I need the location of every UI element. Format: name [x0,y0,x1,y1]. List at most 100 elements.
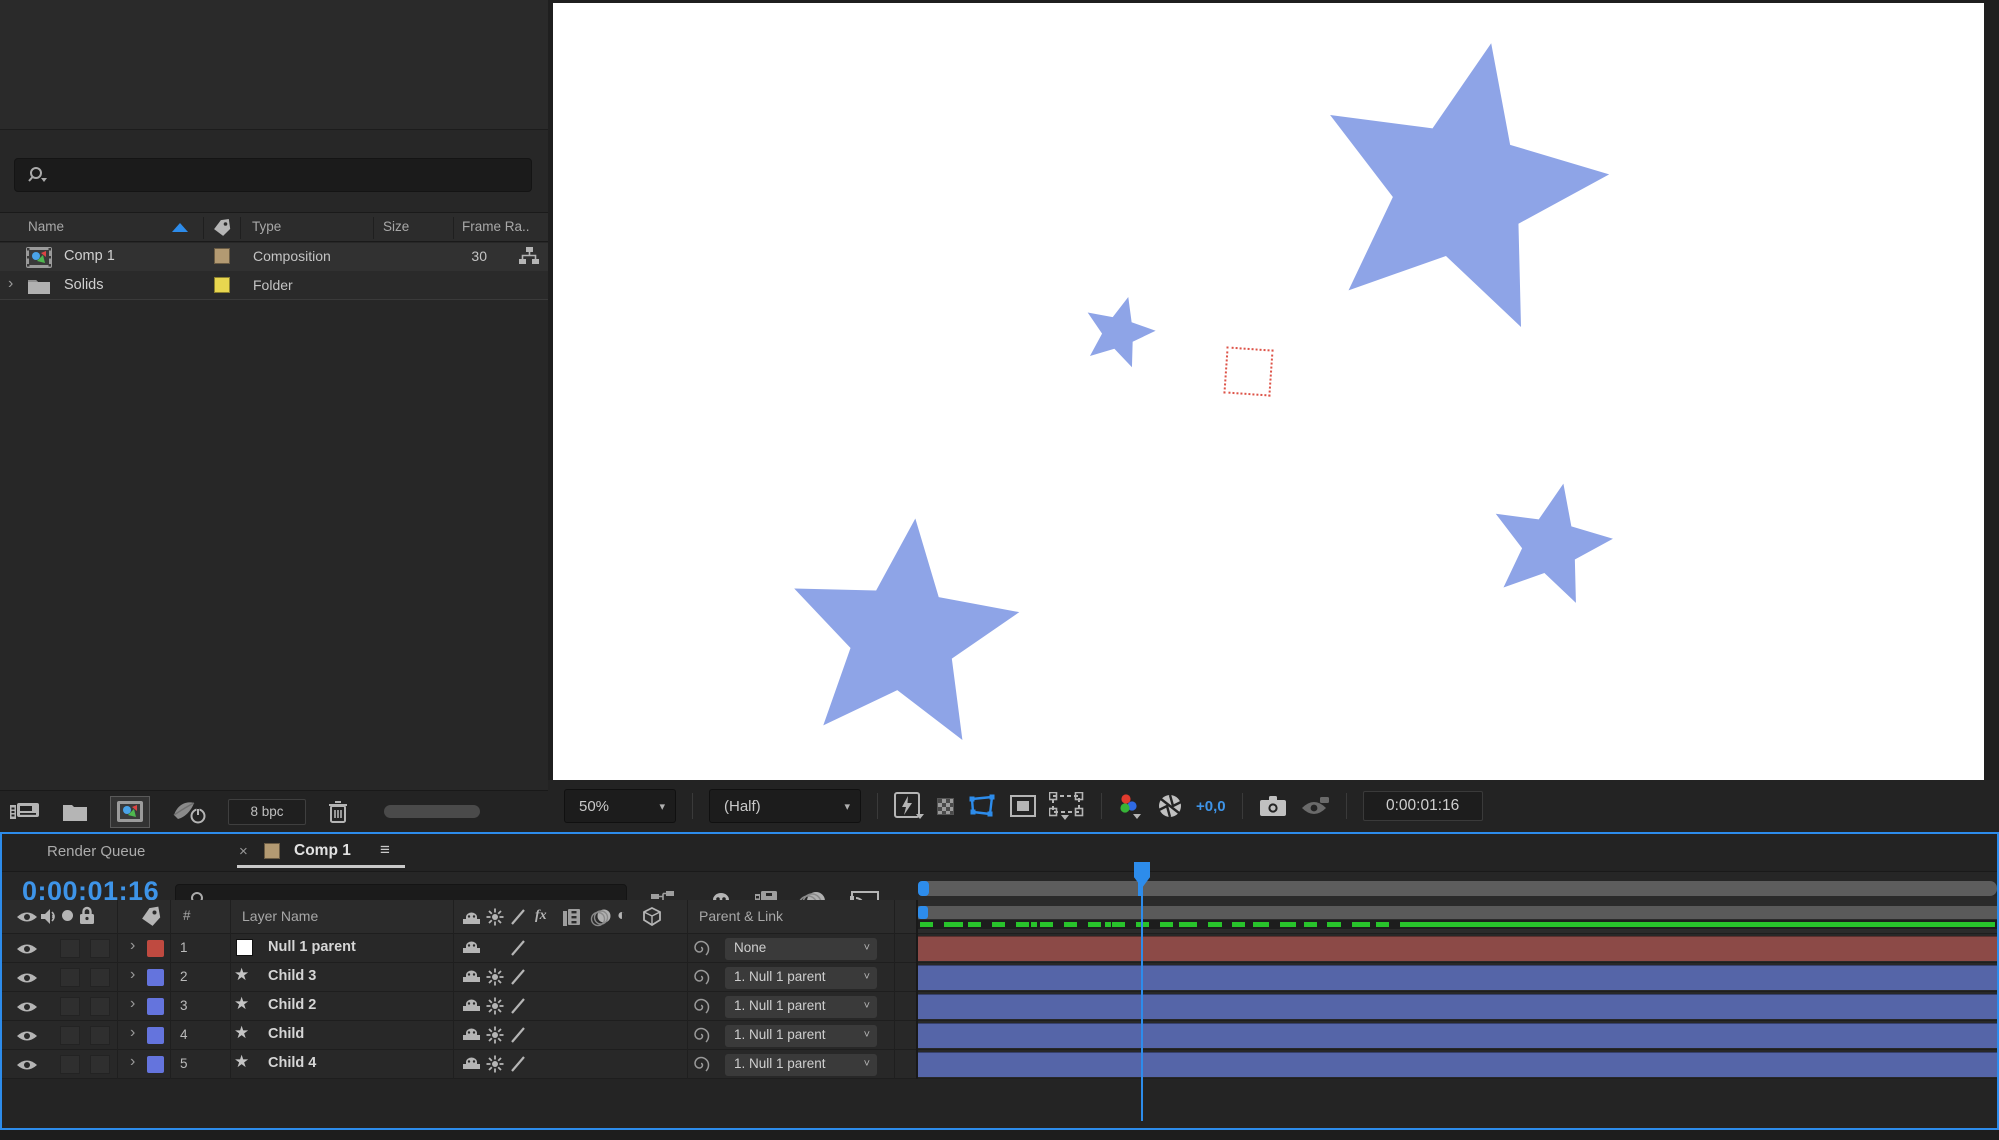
shy-switch-icon[interactable] [462,910,481,925]
lock-cell[interactable] [90,939,110,958]
parent-dropdown[interactable]: 1. Null 1 parent˅ [725,996,877,1018]
transparency-grid-icon[interactable] [937,798,954,815]
parent-dropdown[interactable]: 1. Null 1 parent˅ [725,1025,877,1047]
project-item-solids[interactable]: › Solids Folder [0,271,548,300]
solo-cell[interactable] [60,1026,80,1045]
expand-chevron-icon[interactable]: › [130,937,135,955]
interpret-footage-icon[interactable] [10,801,40,823]
star-shape-layer[interactable] [1481,476,1620,620]
layer-row-child-2[interactable]: ›3★Child 21. Null 1 parent˅ [2,992,1997,1021]
quality-switch[interactable] [510,939,526,957]
resolution-dropdown[interactable]: (Half)▾ [709,789,861,823]
eye-icon[interactable] [16,970,38,986]
shy-switch[interactable] [462,968,481,983]
parent-dropdown[interactable]: None˅ [725,938,877,960]
quality-switch[interactable] [510,1055,526,1073]
column-name[interactable]: Name [28,219,64,234]
pickwhip-icon[interactable] [692,940,710,958]
mask-visibility-icon[interactable] [967,794,997,818]
label-swatch[interactable] [214,277,230,293]
quality-switch[interactable] [510,1026,526,1044]
layer-label-chip[interactable] [147,940,164,957]
show-snapshot-icon[interactable] [1300,795,1330,817]
parent-dropdown[interactable]: 1. Null 1 parent˅ [725,1054,877,1076]
collapse-switch[interactable] [486,1055,504,1073]
solo-cell[interactable] [60,968,80,987]
star-shape-layer[interactable] [1078,292,1159,378]
layer-duration-bar[interactable] [918,1052,1997,1077]
solo-cell[interactable] [60,939,80,958]
label-column-icon[interactable] [212,218,232,237]
adjustment-layer-switch-icon[interactable]: ◐ [617,907,627,925]
layer-row-null-1-parent[interactable]: ›1Null 1 parentNone˅ [2,934,1997,963]
project-item-comp1[interactable]: Comp 1 Composition 30 [0,243,548,271]
lock-cell[interactable] [90,997,110,1016]
pickwhip-icon[interactable] [692,1027,710,1045]
shy-switch[interactable] [462,1026,481,1041]
null-object-selection-outline[interactable] [1223,346,1273,396]
new-composition-button[interactable] [110,796,150,828]
layer-label-chip[interactable] [147,969,164,986]
shy-switch[interactable] [462,939,481,954]
layer-name[interactable]: Child [268,1026,304,1042]
expand-chevron-icon[interactable]: › [130,995,135,1013]
layer-label-chip[interactable] [147,1027,164,1044]
magnification-dropdown[interactable]: 50%▾ [564,789,676,823]
column-size[interactable]: Size [383,219,409,234]
quality-switch-icon[interactable] [510,908,526,926]
trash-icon[interactable] [328,800,348,824]
lock-column-icon[interactable] [79,906,95,925]
sort-ascending-icon[interactable] [172,223,188,232]
layer-row-child-4[interactable]: ›5★Child 41. Null 1 parent˅ [2,1050,1997,1079]
work-area-bar[interactable] [918,906,1997,919]
item-name[interactable]: Solids [64,277,104,293]
eye-icon[interactable] [16,999,38,1015]
solo-cell[interactable] [60,1055,80,1074]
layer-name[interactable]: Child 4 [268,1055,316,1071]
new-folder-icon[interactable] [62,802,88,822]
motion-blur-switch-icon[interactable] [590,908,612,927]
eye-icon[interactable] [16,941,38,957]
flowchart-icon[interactable] [518,246,540,266]
column-type[interactable]: Type [252,219,281,234]
pickwhip-icon[interactable] [692,1056,710,1074]
pickwhip-icon[interactable] [692,969,710,987]
solo-cell[interactable] [60,997,80,1016]
collapse-switch[interactable] [486,1026,504,1044]
expand-chevron-icon[interactable]: › [130,966,135,984]
lock-cell[interactable] [90,1055,110,1074]
composition-canvas[interactable] [553,3,1984,780]
region-of-interest-icon[interactable] [1010,795,1036,817]
playhead-line[interactable] [1141,884,1143,1121]
pickwhip-icon[interactable] [692,998,710,1016]
layer-duration-bar[interactable] [918,965,1997,990]
column-frame-rate[interactable]: Frame Ra.. [462,219,530,234]
expand-chevron-icon[interactable]: › [8,275,13,293]
snapshot-camera-icon[interactable] [1259,795,1287,817]
quality-switch[interactable] [510,968,526,986]
layer-duration-bar[interactable] [918,994,1997,1019]
shy-switch[interactable] [462,1055,481,1070]
tab-render-queue[interactable]: Render Queue [47,843,145,860]
viewer-timecode[interactable]: 0:00:01:16 [1363,791,1483,821]
close-tab-icon[interactable]: × [239,843,248,860]
project-search-input[interactable] [52,167,480,183]
item-name[interactable]: Comp 1 [64,248,115,264]
layer-name[interactable]: Child 2 [268,997,316,1013]
column-layer-name[interactable]: Layer Name [242,908,318,924]
label-swatch[interactable] [214,248,230,264]
frame-blend-switch-icon[interactable] [562,908,582,927]
layer-duration-bar[interactable] [918,936,1997,961]
fast-preview-icon[interactable] [894,792,924,820]
view-options-icon[interactable] [1049,792,1085,820]
color-depth-icon[interactable] [172,799,206,825]
horizontal-scrollbar-thumb[interactable] [384,805,480,818]
layer-name[interactable]: Null 1 parent [268,939,356,955]
3d-switch-icon[interactable] [643,907,661,926]
eye-icon[interactable] [16,1028,38,1044]
expand-chevron-icon[interactable]: › [130,1053,135,1071]
layer-duration-bar[interactable] [918,1023,1997,1048]
eye-icon[interactable] [16,1057,38,1073]
project-search-box[interactable] [14,158,532,192]
work-area-start-handle[interactable] [918,906,928,919]
